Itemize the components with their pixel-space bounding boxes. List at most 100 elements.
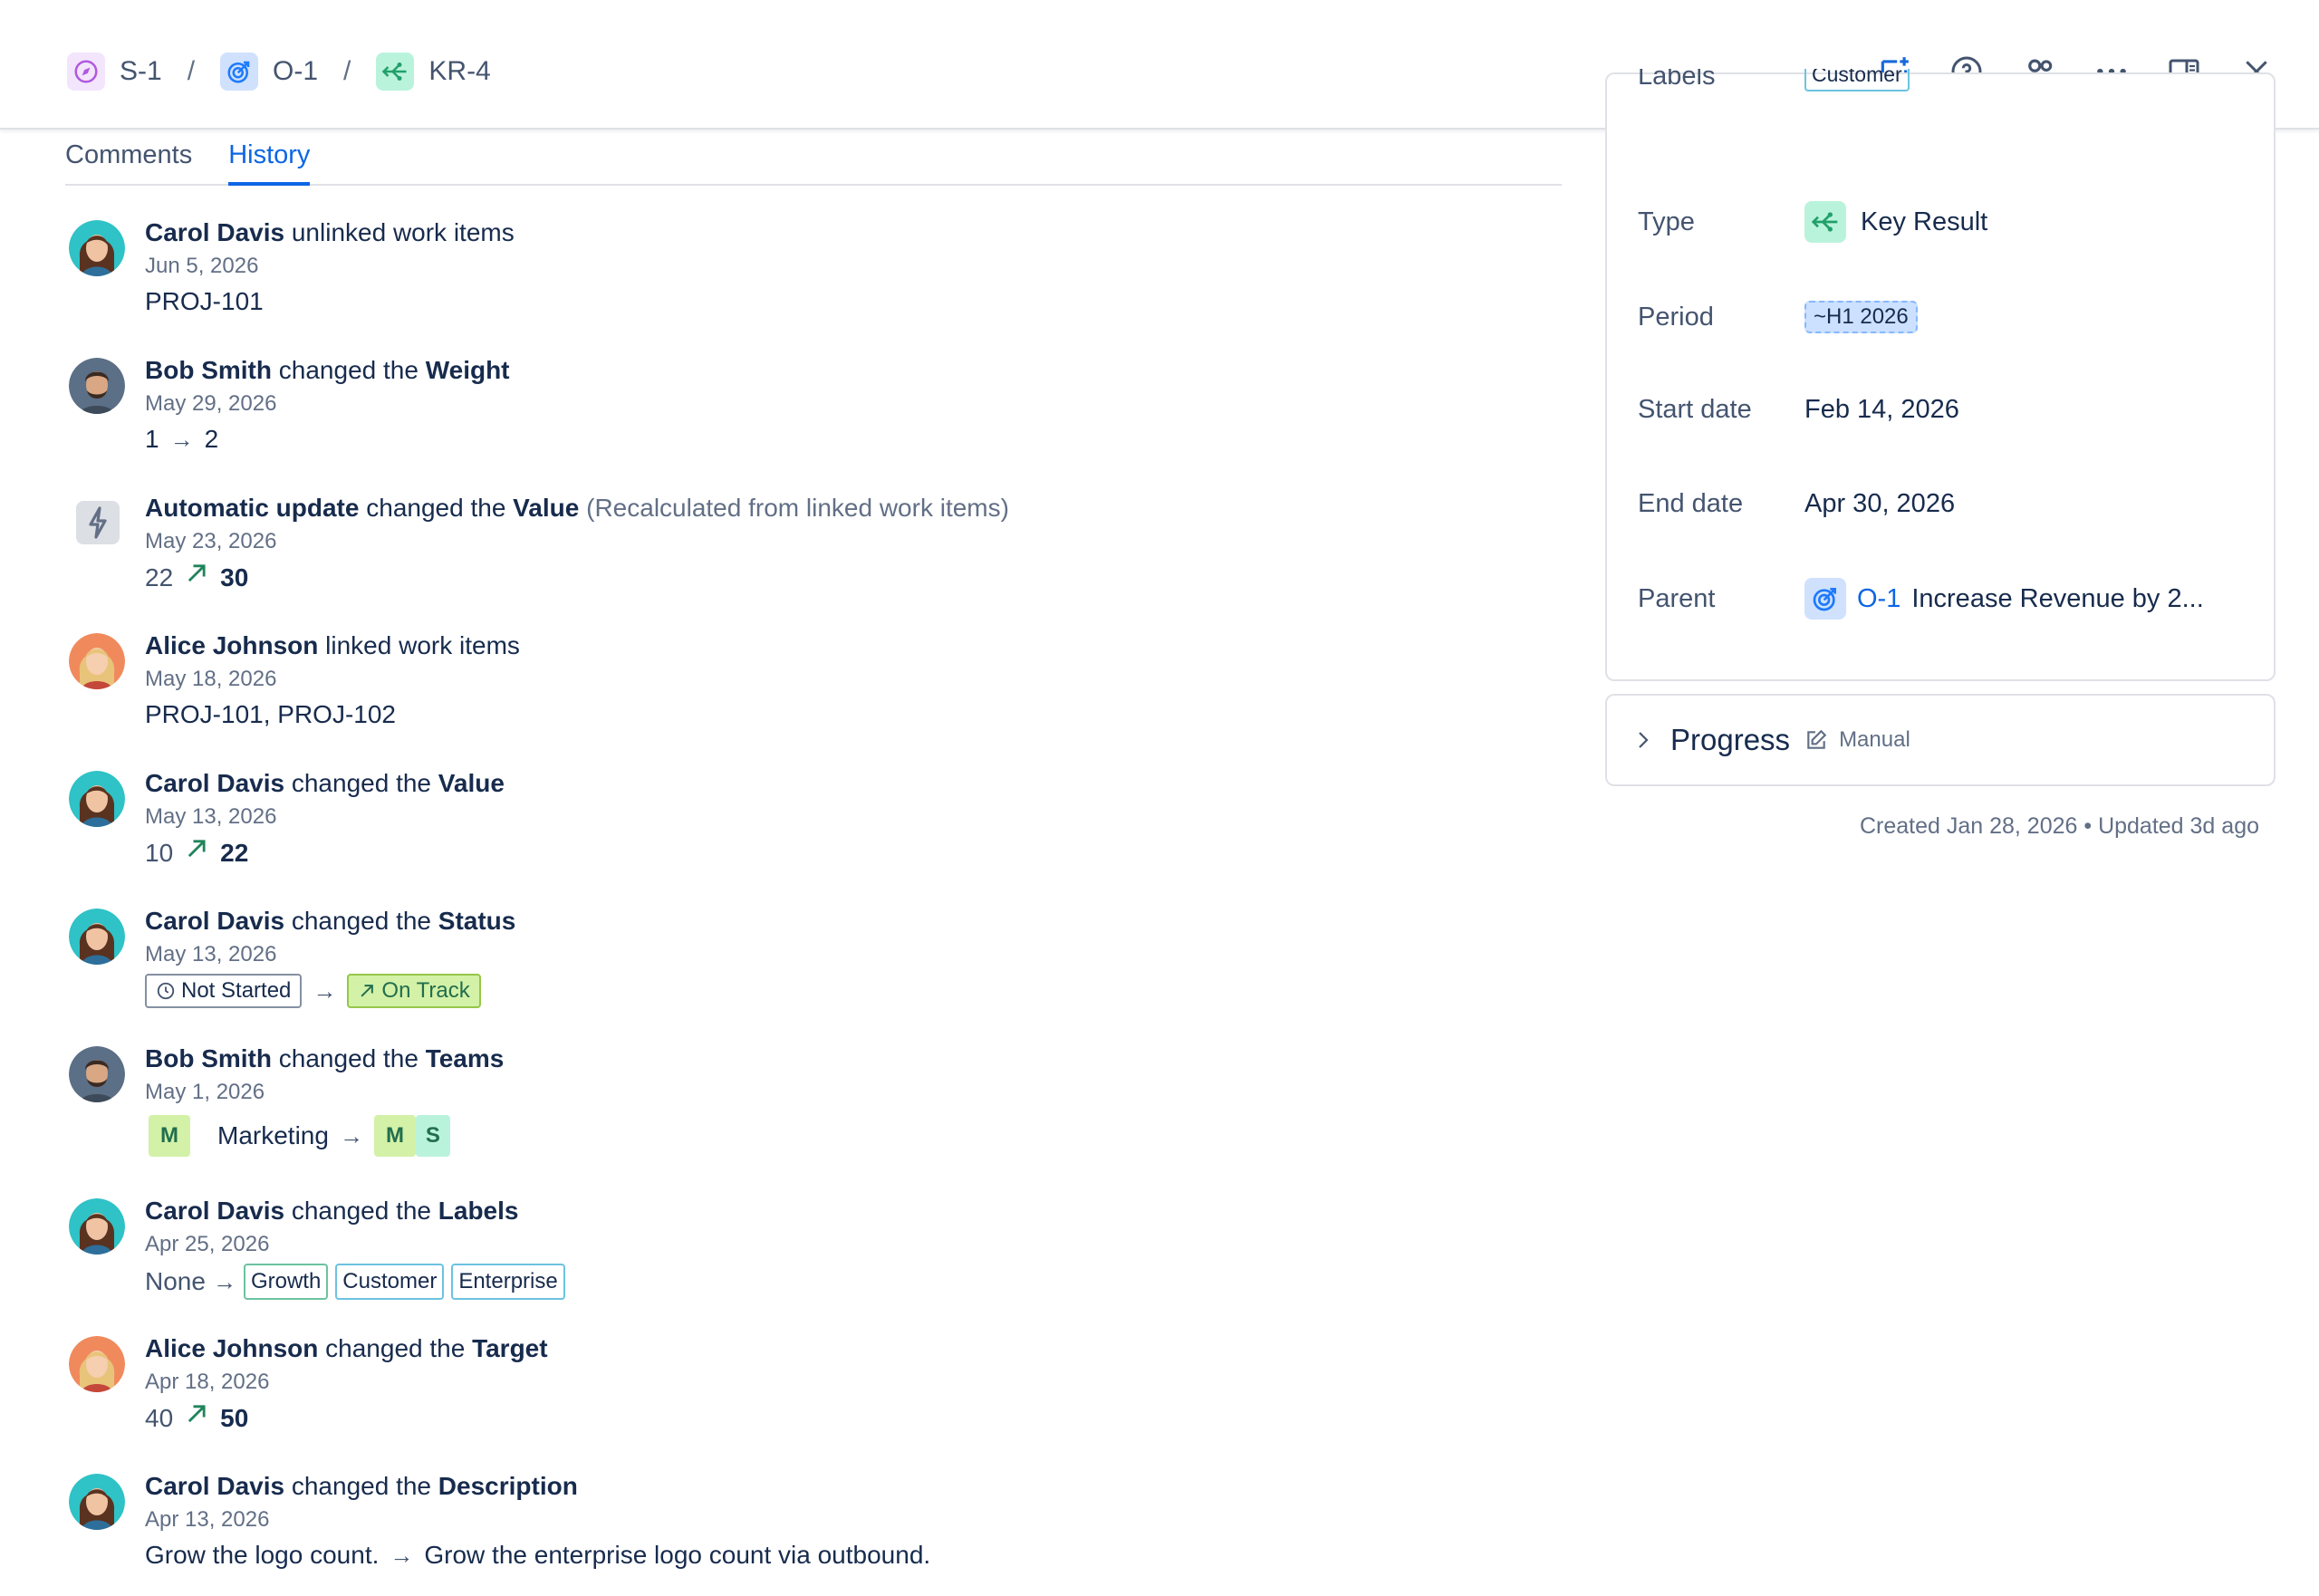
actor-name[interactable]: Bob Smith: [145, 356, 272, 384]
breadcrumb-label: O-1: [273, 56, 319, 86]
clock-icon: [157, 982, 175, 1000]
parent-title[interactable]: Increase Revenue by 2...: [1911, 584, 2203, 614]
history-detail: PROJ-101, PROJ-102: [145, 700, 396, 728]
label-tag: Enterprise: [451, 1264, 565, 1300]
tab-history[interactable]: History: [228, 140, 311, 186]
history-summary: Automatic update changed the Value (Reca…: [145, 492, 1009, 524]
arrow-right-icon: →: [313, 977, 337, 1005]
status-label: On Track: [381, 978, 470, 1003]
trend-up-icon: [184, 836, 209, 870]
breadcrumb-separator: /: [343, 56, 351, 86]
history-summary: Carol Davis changed the Labels: [145, 1195, 565, 1227]
history-entry-body: Alice Johnson linked work items May 18, …: [145, 630, 520, 731]
history-entry-body: Automatic update changed the Value (Reca…: [145, 492, 1009, 594]
parent-link[interactable]: O-1 Increase Revenue by 2...: [1804, 578, 2204, 620]
actor-name[interactable]: Carol Davis: [145, 1472, 284, 1500]
history-entry-body: Carol Davis changed the Value May 13, 20…: [145, 767, 505, 870]
arrow-right-icon: →: [212, 1268, 236, 1295]
history-date: Apr 18, 2026: [145, 1370, 270, 1394]
actor-name[interactable]: Carol Davis: [145, 907, 284, 935]
history-entry-body: Alice Johnson changed the Target Apr 18,…: [145, 1332, 548, 1435]
period-badge[interactable]: ~H1 2026: [1804, 301, 1918, 333]
progress-section[interactable]: Progress Manual: [1605, 694, 2276, 786]
field-name: Value: [438, 769, 505, 797]
history-summary: Alice Johnson changed the Target: [145, 1332, 548, 1365]
avatar-carol: [69, 1198, 125, 1255]
parent-key[interactable]: O-1: [1857, 584, 1900, 614]
label-tag[interactable]: Customer: [1804, 69, 1910, 91]
actor-name[interactable]: Carol Davis: [145, 1197, 284, 1225]
action-text: changed the: [325, 1334, 466, 1362]
field-label: Period: [1638, 302, 1714, 332]
actor-name[interactable]: Alice Johnson: [145, 1334, 318, 1362]
breadcrumb-label: KR-4: [428, 56, 491, 86]
history-summary: Carol Davis changed the Value: [145, 767, 505, 800]
breadcrumb-item-key-result[interactable]: KR-4: [376, 53, 491, 91]
history-date: May 13, 2026: [145, 804, 277, 829]
breadcrumb-label: S-1: [120, 56, 162, 86]
field-end-date: End date Apr 30, 2026: [1638, 489, 1955, 519]
actor-name[interactable]: Bob Smith: [145, 1044, 272, 1072]
created-updated-meta: Created Jan 28, 2026 • Updated 3d ago: [1859, 813, 2259, 839]
type-value: Key Result: [1861, 207, 1988, 236]
field-start-date: Start date Feb 14, 2026: [1638, 395, 1959, 425]
edit-icon: [1804, 728, 1828, 752]
arrow-right-icon: →: [339, 1122, 363, 1149]
status-badge-not-started: Not Started: [145, 974, 303, 1008]
breadcrumb-separator: /: [187, 56, 196, 86]
key-result-icon: [1804, 201, 1846, 243]
history-entry-body: Carol Davis changed the Status May 13, 2…: [145, 905, 515, 1008]
end-date-value[interactable]: Apr 30, 2026: [1804, 489, 1955, 519]
action-text: changed the: [366, 494, 506, 522]
field-parent: Parent O-1 Increase Revenue by 2...: [1638, 578, 2204, 620]
history-summary: Bob Smith changed the Weight: [145, 354, 510, 387]
status-label: Not Started: [181, 978, 292, 1003]
trend-up-icon: [184, 1401, 209, 1435]
to-value: 30: [220, 562, 249, 591]
history-detail: 1 → 2: [145, 423, 510, 456]
from-value: Grow the logo count.: [145, 1541, 380, 1569]
team-badges: M S: [373, 1115, 450, 1157]
chevron-right-icon[interactable]: [1632, 729, 1654, 751]
field-name: Labels: [438, 1197, 519, 1225]
history-note: (Recalculated from linked work items): [586, 494, 1009, 522]
avatar-bob: [69, 358, 125, 414]
start-date-value[interactable]: Feb 14, 2026: [1804, 395, 1959, 425]
history-date: Apr 13, 2026: [145, 1507, 270, 1532]
breadcrumb-item-strategy[interactable]: S-1: [67, 53, 162, 91]
action-text: changed the: [291, 1197, 431, 1225]
field-label: Start date: [1638, 395, 1752, 424]
avatar-carol: [69, 771, 125, 827]
history-entry-body: Bob Smith changed the Teams May 1, 2026 …: [145, 1043, 504, 1157]
field-labels: Labels Customer: [1638, 69, 1910, 105]
history-entry-body: Bob Smith changed the Weight May 29, 202…: [145, 354, 510, 456]
trend-up-icon: [361, 985, 374, 997]
history-date: May 1, 2026: [145, 1080, 265, 1104]
history-summary: Carol Davis changed the Status: [145, 905, 515, 937]
to-value: 50: [220, 1403, 249, 1432]
actor-name[interactable]: Carol Davis: [145, 769, 284, 797]
field-period: Period ~H1 2026: [1638, 301, 1918, 333]
breadcrumb-item-objective[interactable]: O-1: [220, 53, 318, 91]
field-value[interactable]: Key Result: [1804, 201, 1987, 243]
actor-name[interactable]: Alice Johnson: [145, 631, 318, 659]
to-value: Grow the enterprise logo count via outbo…: [424, 1541, 931, 1569]
history-summary: Carol Davis changed the Description: [145, 1470, 930, 1503]
label-tag: Customer: [335, 1264, 445, 1300]
history-date: Apr 25, 2026: [145, 1232, 270, 1256]
label-tag: Growth: [243, 1264, 329, 1300]
from-value: 22: [145, 562, 174, 591]
history-detail: Grow the logo count. → Grow the enterpri…: [145, 1539, 930, 1572]
from-value: None: [145, 1267, 206, 1295]
avatar-alice: [69, 1336, 125, 1392]
arrow-right-icon: →: [169, 426, 194, 453]
actor-name[interactable]: Carol Davis: [145, 218, 284, 246]
avatar-carol: [69, 220, 125, 276]
target-icon: [220, 53, 259, 91]
tab-comments[interactable]: Comments: [65, 140, 192, 182]
action-text: changed the: [278, 356, 419, 384]
details-card: Labels Customer Type Key Result Period ~…: [1605, 69, 2276, 681]
key-result-icon: [376, 53, 415, 91]
field-label: End date: [1638, 489, 1744, 518]
arrow-right-icon: →: [390, 1542, 414, 1569]
